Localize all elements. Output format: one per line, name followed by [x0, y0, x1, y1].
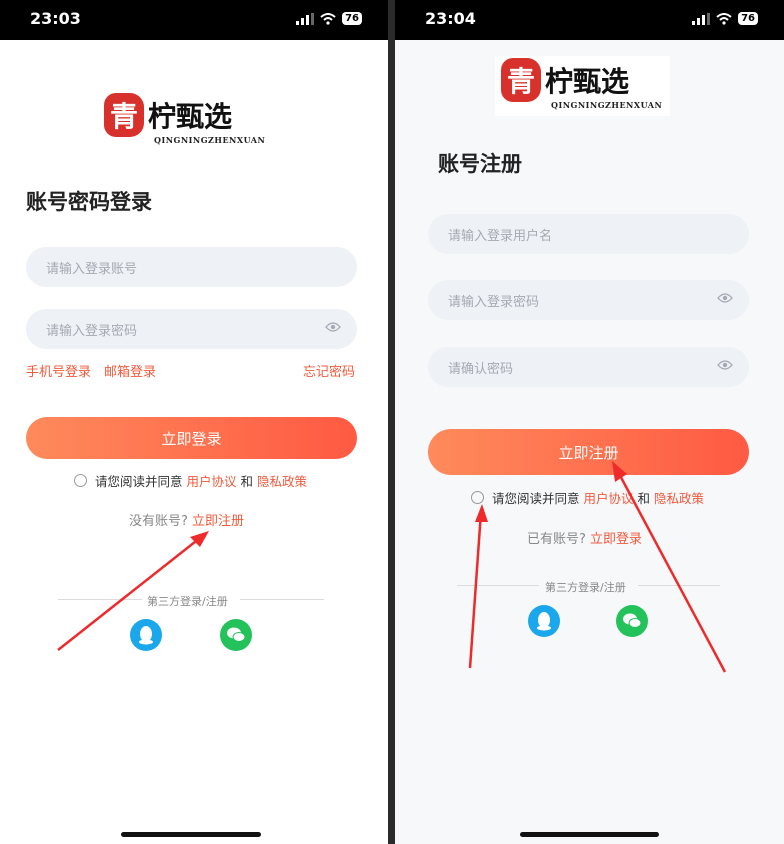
register-screen: 23:04 76 青 柠甄选 QINGNINGZHENXUAN 账号注册 请输入…: [395, 0, 784, 844]
annotation-arrow: [57, 531, 209, 651]
home-indicator: [121, 832, 261, 837]
login-screen: 23:03 76 青 柠甄选 QINGNINGZHENXUAN 账号密码登录 请…: [0, 0, 388, 844]
home-indicator: [520, 832, 659, 837]
annotation-arrow: [468, 461, 727, 673]
panel-divider: [388, 0, 395, 844]
